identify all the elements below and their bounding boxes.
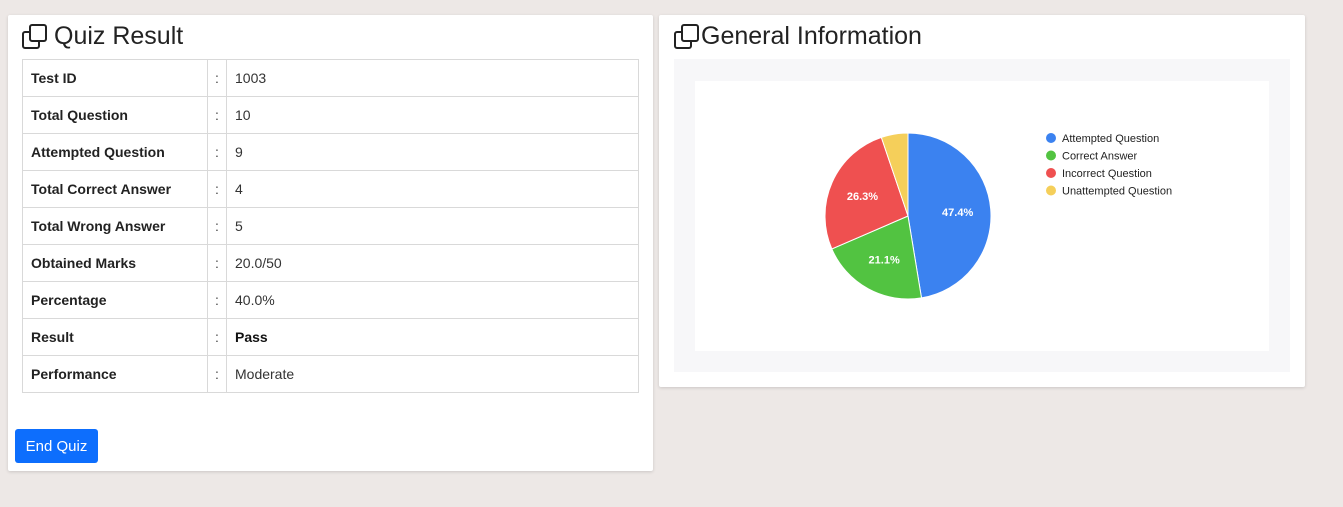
row-label: Test ID <box>22 59 208 97</box>
legend-label: Unattempted Question <box>1062 186 1172 198</box>
pie-slice-label: 26.3% <box>847 191 878 203</box>
legend-label: Incorrect Question <box>1062 168 1152 180</box>
pie-slice-label: 21.1% <box>869 255 900 267</box>
row-separator: : <box>207 318 227 356</box>
legend-swatch <box>1046 185 1056 196</box>
row-label: Percentage <box>22 281 208 319</box>
legend-item[interactable]: Incorrect Question <box>1046 168 1152 180</box>
row-label: Obtained Marks <box>22 244 208 282</box>
table-row: Attempted Question:9 <box>22 133 639 171</box>
pie-chart: 47.4% 21.1% 26.3% Attempted Question Correc… <box>824 132 1172 300</box>
chart-area: 47.4% 21.1% 26.3% Attempted Question Correc… <box>695 81 1269 351</box>
end-quiz-button[interactable]: End Quiz <box>15 429 98 463</box>
row-value: 20.0/50 <box>226 244 639 282</box>
row-label: Result <box>22 318 208 356</box>
general-information-title: General Information <box>673 22 922 51</box>
row-separator: : <box>207 207 227 245</box>
pie-slice-label: 47.4% <box>942 207 973 219</box>
row-value: Moderate <box>226 355 639 393</box>
legend-item[interactable]: Correct Answer <box>1046 150 1138 163</box>
row-separator: : <box>207 244 227 282</box>
table-row: Total Correct Answer:4 <box>22 170 639 208</box>
row-value: 40.0% <box>226 281 639 319</box>
row-separator: : <box>207 355 227 393</box>
row-label: Total Correct Answer <box>22 170 208 208</box>
legend-label: Attempted Question <box>1062 133 1159 145</box>
copy-icon <box>674 23 699 49</box>
table-row: Total Question:10 <box>22 96 639 134</box>
legend-item[interactable]: Unattempted Question <box>1046 185 1172 198</box>
legend-swatch <box>1046 168 1056 178</box>
row-value: 10 <box>226 96 639 134</box>
general-information-card: General Information 47.4% 21.1% 26.3% Atte… <box>659 15 1305 387</box>
row-separator: : <box>207 281 227 319</box>
legend-label: Correct Answer <box>1062 151 1138 163</box>
row-label: Attempted Question <box>22 133 208 171</box>
quiz-result-table: Test ID:1003 Total Question:10 Attempted Q… <box>22 59 639 393</box>
copy-icon <box>22 23 47 49</box>
row-value: 9 <box>226 133 639 171</box>
table-row: Obtained Marks:20.0/50 <box>22 244 639 282</box>
row-value: Pass <box>226 318 639 356</box>
row-value: 4 <box>226 170 639 208</box>
quiz-result-title: Quiz Result <box>21 22 183 51</box>
row-separator: : <box>207 133 227 171</box>
row-label: Total Question <box>22 96 208 134</box>
row-value: 1003 <box>226 59 639 97</box>
legend-swatch <box>1046 150 1056 161</box>
table-row: Total Wrong Answer:5 <box>22 207 639 245</box>
table-row: Result: Pass <box>22 318 639 356</box>
chart-container: 47.4% 21.1% 26.3% Attempted Question Correc… <box>674 59 1290 372</box>
table-row: Percentage:40.0% <box>22 281 639 319</box>
row-separator: : <box>207 59 227 97</box>
quiz-result-title-text: Quiz Result <box>54 22 184 50</box>
row-separator: : <box>207 96 227 134</box>
legend-item[interactable]: Attempted Question <box>1046 133 1159 145</box>
row-separator: : <box>207 170 227 208</box>
row-label: Performance <box>22 355 208 393</box>
quiz-result-card: Quiz Result Test ID:1003 Total Question:1… <box>8 15 653 471</box>
row-value: 5 <box>226 207 639 245</box>
row-label: Total Wrong Answer <box>22 207 208 245</box>
general-information-title-text: General Information <box>701 22 922 50</box>
legend-swatch <box>1046 133 1056 143</box>
table-row: Performance: Moderate <box>22 355 639 393</box>
table-row: Test ID:1003 <box>22 59 639 97</box>
